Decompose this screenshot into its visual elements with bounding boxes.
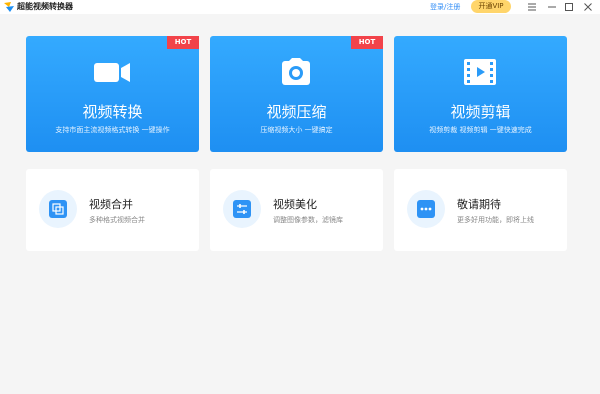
feature-subtitle: 支持市面主流视频格式转换 一键操作 [55, 126, 170, 134]
tool-subtitle: 更多好用功能，即将上线 [457, 216, 534, 224]
film-icon [464, 59, 496, 85]
icon-circle [39, 190, 77, 228]
feature-card-video-convert[interactable]: HOT 视频转换 支持市面主流视频格式转换 一键操作 [26, 36, 199, 152]
hot-badge: HOT [167, 36, 199, 49]
close-icon[interactable] [582, 1, 594, 13]
tool-subtitle: 多种格式视频合并 [89, 216, 145, 224]
feature-subtitle: 视频剪裁 视频剪辑 一键快速完成 [429, 126, 532, 134]
feature-subtitle: 压缩视频大小 一键搞定 [260, 126, 333, 134]
video-camera-icon [94, 63, 130, 82]
feature-title: 视频压缩 [266, 103, 327, 121]
tool-card-coming-soon[interactable]: 敬请期待 更多好用功能，即将上线 [394, 169, 567, 251]
tool-subtitle: 调整图像参数，滤镜库 [273, 216, 343, 224]
tool-title: 敬请期待 [457, 198, 501, 211]
tool-card-video-beautify[interactable]: 视频美化 调整图像参数，滤镜库 [210, 169, 383, 251]
maximize-icon[interactable] [563, 1, 575, 13]
menu-icon[interactable] [526, 1, 538, 13]
app-logo-icon [4, 2, 14, 12]
login-register-link[interactable]: 登录/注册 [430, 1, 460, 13]
icon-circle [223, 190, 261, 228]
feature-card-video-compress[interactable]: HOT 视频压缩 压缩视频大小 一键搞定 [210, 36, 383, 152]
tool-title: 视频美化 [273, 198, 317, 211]
camera-icon [282, 58, 310, 85]
open-vip-button[interactable]: 开通VIP [471, 0, 511, 13]
merge-icon [49, 200, 67, 218]
app-title: 超能视频转换器 [17, 2, 73, 11]
title-bar: 超能视频转换器 登录/注册 开通VIP [0, 0, 600, 14]
more-icon [417, 200, 435, 218]
feature-title: 视频转换 [82, 103, 143, 121]
tool-title: 视频合并 [89, 198, 133, 211]
hot-badge: HOT [351, 36, 383, 49]
adjust-icon [233, 200, 251, 218]
feature-card-video-edit[interactable]: 视频剪辑 视频剪裁 视频剪辑 一键快速完成 [394, 36, 567, 152]
icon-circle [407, 190, 445, 228]
feature-title: 视频剪辑 [450, 103, 511, 121]
tool-card-video-merge[interactable]: 视频合并 多种格式视频合并 [26, 169, 199, 251]
minimize-icon[interactable] [546, 1, 558, 13]
